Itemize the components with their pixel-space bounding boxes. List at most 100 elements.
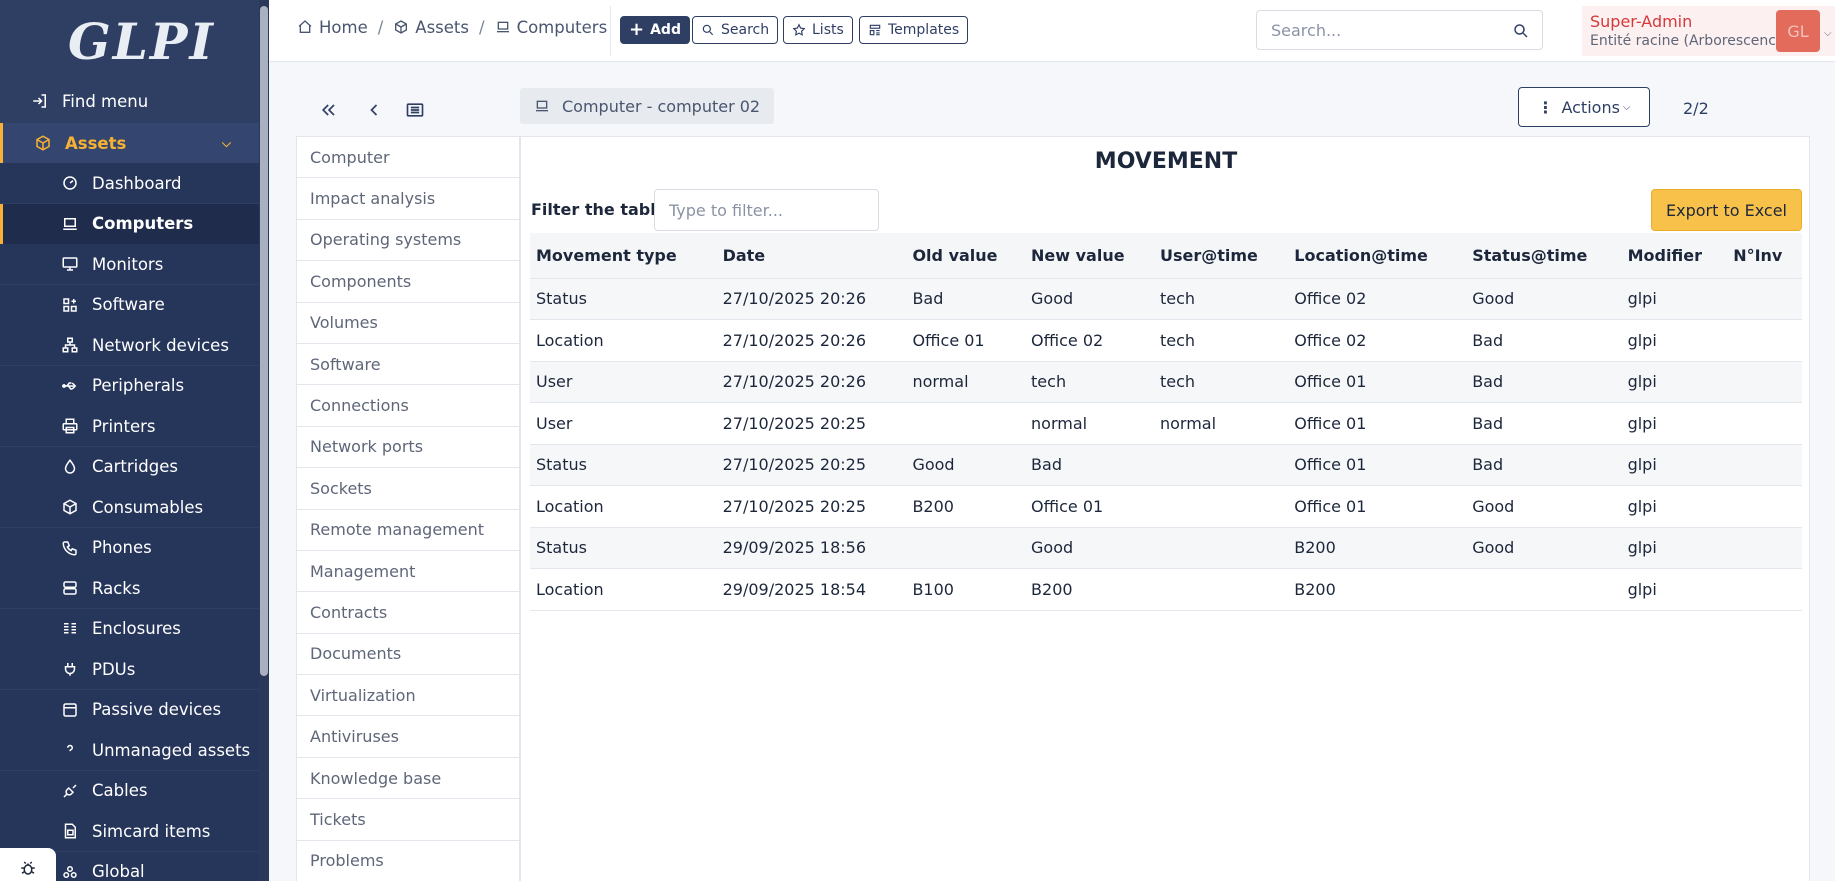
first-item-button[interactable]: [317, 98, 341, 122]
sidebar-item-software[interactable]: Software: [0, 284, 259, 325]
device-icon: [60, 700, 80, 720]
sidebar-item-cartridges[interactable]: Cartridges: [0, 446, 259, 487]
table-cell: 27/10/2025 20:26: [716, 361, 907, 403]
tab-software[interactable]: Software: [297, 344, 519, 386]
search-icon[interactable]: [1512, 22, 1530, 40]
sidebar-item-phones[interactable]: Phones: [0, 527, 259, 568]
global-search-input[interactable]: Search...: [1256, 10, 1543, 50]
sidebar-item-cables[interactable]: Cables: [0, 770, 259, 811]
search-button[interactable]: Search: [692, 16, 779, 44]
sidebar-scroll-thumb[interactable]: [260, 6, 268, 676]
tab-network-ports[interactable]: Network ports: [297, 427, 519, 469]
sidebar-item-pdus[interactable]: PDUs: [0, 649, 259, 689]
tab-sockets[interactable]: Sockets: [297, 468, 519, 510]
export-excel-button[interactable]: Export to Excel: [1651, 189, 1802, 231]
plus-icon: +: [629, 19, 645, 40]
avatar[interactable]: GL: [1776, 10, 1820, 52]
table-cell: tech: [1153, 319, 1289, 362]
table-cell: [1153, 568, 1289, 611]
tab-operating-systems[interactable]: Operating systems: [297, 220, 519, 262]
column-header[interactable]: Old value: [906, 233, 1026, 279]
actions-button[interactable]: ⋮ Actions ⌵: [1518, 87, 1650, 127]
list-view-button[interactable]: [403, 98, 427, 122]
box-icon: [33, 133, 53, 153]
debug-bug-button[interactable]: [0, 848, 56, 881]
sidebar-section-assets[interactable]: Assets ⌵: [0, 123, 259, 163]
templates-button[interactable]: Templates: [859, 16, 969, 44]
breadcrumb-home[interactable]: Home: [297, 18, 368, 37]
breadcrumb-assets-label: Assets: [415, 18, 469, 37]
add-button-label: Add: [650, 22, 681, 38]
column-header[interactable]: N°Inv: [1727, 233, 1802, 279]
usb-icon: [60, 376, 80, 396]
laptop-icon: [60, 214, 80, 234]
sidebar-item-computers[interactable]: Computers: [0, 203, 259, 244]
column-header[interactable]: Status@time: [1466, 233, 1622, 279]
sidebar-item-label: Peripherals: [92, 376, 185, 395]
tab-antiviruses[interactable]: Antiviruses: [297, 716, 519, 758]
breadcrumb-computers[interactable]: Computers: [495, 18, 607, 37]
sidebar-item-enclosures[interactable]: Enclosures: [0, 608, 259, 649]
tab-components[interactable]: Components: [297, 261, 519, 303]
column-header[interactable]: New value: [1025, 233, 1154, 279]
find-menu-item[interactable]: Find menu: [0, 81, 259, 121]
table-cell: Office 02: [1025, 319, 1154, 362]
tab-problems[interactable]: Problems: [297, 841, 519, 881]
column-header[interactable]: Date: [716, 233, 907, 279]
table-row: Status 27/10/2025 20:25 Good Bad Office 01 Ba…: [530, 444, 1802, 486]
table-cell: tech: [1025, 361, 1154, 403]
chevron-left-icon: [370, 104, 378, 116]
user-menu[interactable]: Super-Admin Entité racine (Arborescence)…: [1582, 6, 1835, 56]
column-header[interactable]: Movement type: [530, 233, 717, 279]
tab-impact-analysis[interactable]: Impact analysis: [297, 178, 519, 220]
sidebar-item-unmanaged-assets[interactable]: Unmanaged assets: [0, 730, 259, 770]
sidebar-item-racks[interactable]: Racks: [0, 568, 259, 608]
sidebar-item-simcard-items[interactable]: Simcard items: [0, 811, 259, 851]
column-header[interactable]: User@time: [1153, 233, 1289, 279]
sidebar-item-printers[interactable]: Printers: [0, 406, 259, 446]
sidebar-item-consumables[interactable]: Consumables: [0, 487, 259, 527]
column-header[interactable]: Modifier: [1621, 233, 1728, 279]
tab-documents[interactable]: Documents: [297, 634, 519, 676]
tab-remote-management[interactable]: Remote management: [297, 510, 519, 551]
top-header: Home / Assets / Computers + Add Search Li…: [269, 0, 1835, 62]
glpi-logo[interactable]: GLPI: [68, 12, 213, 72]
table-cell: normal: [1025, 402, 1154, 445]
tab-virtualization[interactable]: Virtualization: [297, 675, 519, 717]
table-row: Location 29/09/2025 18:54 B100 B200 B200 glpi: [530, 568, 1802, 611]
sidebar-item-label: Simcard items: [92, 821, 211, 841]
tab-volumes[interactable]: Volumes: [297, 303, 519, 344]
table-row: User 27/10/2025 20:25 normal normal Office 0…: [530, 402, 1802, 445]
sidebar-item-peripherals[interactable]: Peripherals: [0, 365, 259, 406]
filter-input[interactable]: [654, 189, 879, 231]
sidebar-item-passive-devices[interactable]: Passive devices: [0, 689, 259, 730]
table-cell: tech: [1153, 278, 1289, 320]
phone-icon: [60, 538, 80, 558]
sidebar-item-dashboard[interactable]: Dashboard: [0, 163, 259, 203]
tab-computer[interactable]: Computer: [297, 137, 519, 179]
breadcrumb-separator: /: [479, 18, 485, 37]
dashboard-icon: [60, 173, 80, 193]
item-tabs: Computer Impact analysis Operating systems…: [296, 136, 520, 881]
sidebar-item-network-devices[interactable]: Network devices: [0, 325, 259, 365]
table-cell: [1727, 319, 1802, 362]
breadcrumb-assets[interactable]: Assets: [393, 18, 469, 37]
table-cell: [1153, 485, 1289, 528]
previous-item-button[interactable]: [362, 98, 386, 122]
table-cell: Location: [530, 319, 717, 362]
sidebar-item-monitors[interactable]: Monitors: [0, 244, 259, 284]
sidebar-item-label: Global: [92, 862, 145, 881]
item-title-label: Computer - computer 02: [562, 96, 761, 116]
tab-connections[interactable]: Connections: [297, 385, 519, 427]
tab-knowledge-base[interactable]: Knowledge base: [297, 758, 519, 800]
tab-management[interactable]: Management: [297, 551, 519, 593]
table-cell: [1727, 278, 1802, 320]
sidebar-scrollbar[interactable]: [259, 0, 269, 881]
tab-contracts[interactable]: Contracts: [297, 592, 519, 634]
table-cell: Office 01: [1288, 485, 1467, 528]
column-header[interactable]: Location@time: [1288, 233, 1467, 279]
add-button[interactable]: + Add: [620, 16, 690, 44]
login-arrow-icon: [30, 91, 50, 111]
tab-tickets[interactable]: Tickets: [297, 799, 519, 841]
lists-button[interactable]: Lists: [783, 16, 853, 44]
